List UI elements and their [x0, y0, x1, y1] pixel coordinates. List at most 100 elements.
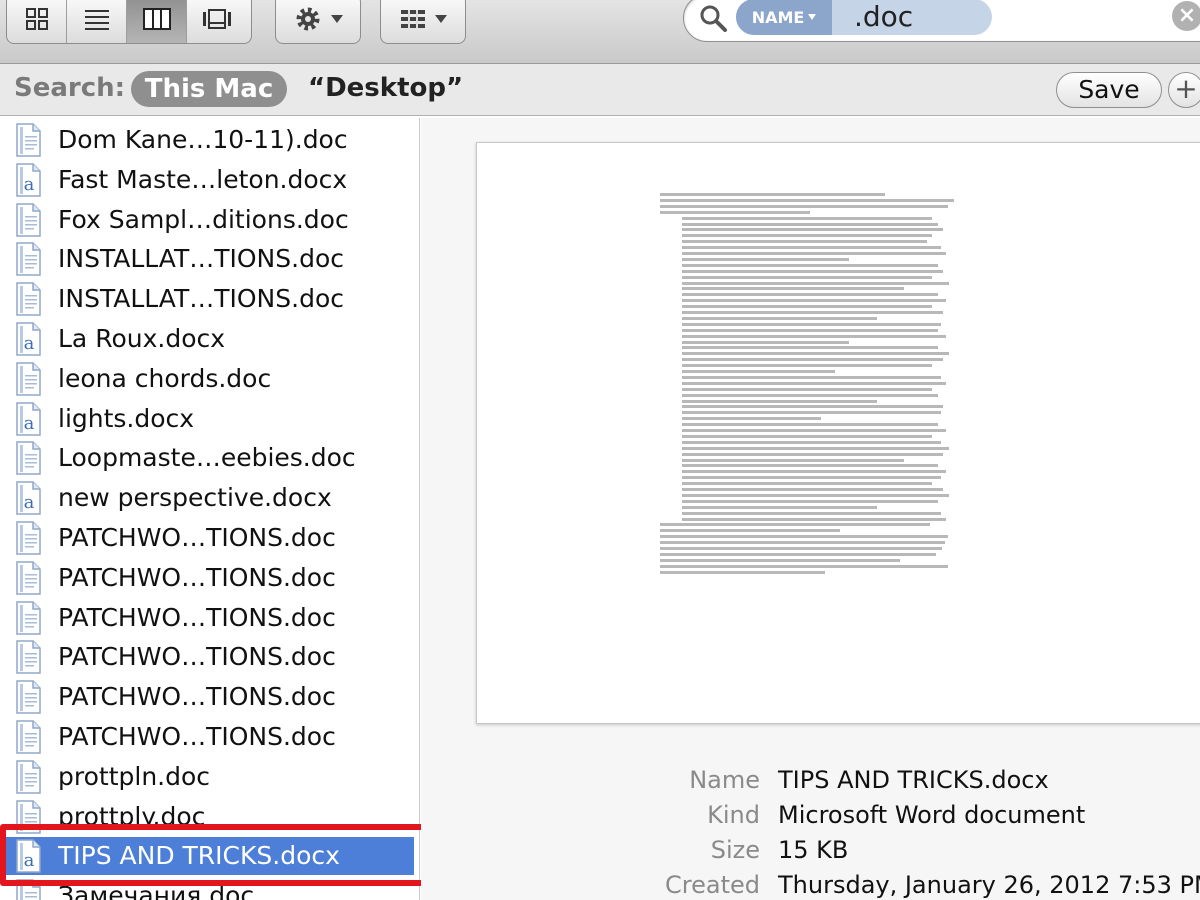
word-document-icon [16, 202, 41, 237]
file-name: PATCHWO…TIONS.doc [58, 562, 336, 592]
file-name: prottpln.doc [58, 761, 211, 791]
toolbar: NAME .doc × [0, 0, 1200, 64]
word-document-icon [16, 760, 41, 794]
file-row[interactable]: INSTALLAT…TIONS.doc [0, 239, 419, 279]
file-name: INSTALLAT…TIONS.doc [58, 244, 344, 274]
file-name: Fast Maste…leton.docx [58, 164, 348, 194]
add-criteria-button[interactable]: + [1168, 72, 1200, 108]
word-document-icon [16, 242, 41, 277]
scope-this-mac-button[interactable]: This Mac [131, 71, 287, 107]
info-created-label: Created [665, 871, 760, 899]
svg-text:a: a [24, 333, 35, 354]
text-line [682, 370, 835, 373]
info-name-label: Name [689, 766, 760, 794]
file-row[interactable]: Fox Sampl…ditions.doc [0, 200, 419, 240]
search-field[interactable]: NAME .doc × [683, 0, 1200, 42]
text-line [660, 210, 810, 214]
text-line [682, 488, 944, 491]
document-page-thumbnail [660, 193, 960, 574]
text-line [682, 476, 941, 480]
text-line [682, 234, 933, 238]
text-line [660, 198, 954, 202]
file-row[interactable]: Dom Kane…10-11).doc [0, 120, 419, 160]
coverflow-view-button[interactable] [187, 0, 247, 43]
scope-desktop-button[interactable]: “Desktop” [308, 73, 463, 103]
word-document-icon: a [16, 163, 41, 197]
word-document-icon [16, 600, 41, 635]
text-line [682, 240, 927, 244]
list-view-button[interactable] [67, 0, 127, 43]
search-token-attribute[interactable]: NAME [736, 0, 832, 35]
file-row[interactable]: a La Roux.docx [0, 319, 419, 359]
file-row[interactable]: a lights.docx [0, 399, 419, 439]
word-document-icon: a [16, 322, 41, 356]
file-name: Fox Sampl…ditions.doc [58, 204, 349, 234]
file-row[interactable]: PATCHWO…TIONS.doc [0, 598, 419, 638]
text-line [660, 552, 936, 556]
text-line [682, 340, 849, 344]
text-line [682, 269, 944, 273]
file-row[interactable]: leona chords.doc [0, 359, 419, 399]
text-line [660, 570, 825, 574]
word-document-icon [16, 561, 41, 595]
word-document-icon: a [16, 481, 41, 515]
info-name-value: TIPS AND TRICKS.docx [778, 766, 1049, 794]
text-line [682, 452, 944, 456]
arrange-menu-button[interactable] [380, 0, 466, 44]
text-line [660, 558, 900, 562]
search-icon [700, 5, 727, 32]
text-line [682, 517, 947, 521]
text-line [660, 523, 930, 527]
text-line [682, 281, 949, 285]
search-token[interactable]: NAME .doc [736, 0, 992, 35]
file-row[interactable]: a new perspective.docx [0, 478, 419, 518]
document-preview[interactable] [476, 142, 1200, 724]
word-document-icon [16, 680, 41, 714]
svg-text:a: a [24, 413, 35, 434]
text-line [682, 429, 947, 432]
file-name: Loopmaste…eebies.doc [58, 443, 356, 473]
text-line [682, 305, 933, 309]
text-line [682, 511, 941, 515]
text-line [682, 423, 938, 427]
text-line [682, 505, 877, 509]
coverflow-icon [203, 9, 231, 29]
text-line [660, 547, 942, 550]
icon-view-button[interactable] [7, 0, 67, 43]
save-search-button[interactable]: Save [1056, 72, 1162, 108]
text-line [682, 458, 905, 462]
text-line [682, 316, 877, 320]
file-name: INSTALLAT…TIONS.doc [58, 284, 344, 314]
file-row[interactable]: prottpln.doc [0, 757, 419, 797]
svg-text:a: a [24, 174, 35, 195]
column-view-button[interactable] [127, 0, 187, 43]
search-scope-label: Search: [14, 73, 126, 103]
file-name: leona chords.doc [58, 363, 272, 393]
text-line [682, 364, 933, 368]
file-row[interactable]: PATCHWO…TIONS.doc [0, 558, 419, 598]
file-row[interactable]: PATCHWO…TIONS.doc [0, 637, 419, 677]
text-line [660, 204, 948, 208]
text-line [682, 252, 947, 255]
word-document-icon [16, 441, 41, 476]
clear-search-icon[interactable]: × [1172, 1, 1200, 31]
text-line [660, 564, 948, 568]
list-icon [84, 10, 109, 30]
text-line [682, 405, 944, 409]
file-row[interactable]: INSTALLAT…TIONS.doc [0, 279, 419, 319]
word-document-icon [16, 640, 41, 675]
file-row[interactable]: PATCHWO…TIONS.doc [0, 677, 419, 717]
text-line [682, 375, 941, 379]
view-switcher [6, 0, 252, 44]
file-row[interactable]: a Fast Maste…leton.docx [0, 160, 419, 200]
text-line [682, 246, 941, 250]
file-row[interactable]: Loopmaste…eebies.doc [0, 438, 419, 478]
highlight-annotation [0, 824, 428, 886]
action-menu-button[interactable] [275, 0, 361, 44]
file-row[interactable]: PATCHWO…TIONS.doc [0, 518, 419, 558]
svg-text:a: a [24, 492, 35, 513]
text-line [682, 446, 949, 450]
file-row[interactable]: PATCHWO…TIONS.doc [0, 717, 419, 757]
text-line [682, 387, 933, 391]
search-token-value: .doc [854, 0, 914, 33]
